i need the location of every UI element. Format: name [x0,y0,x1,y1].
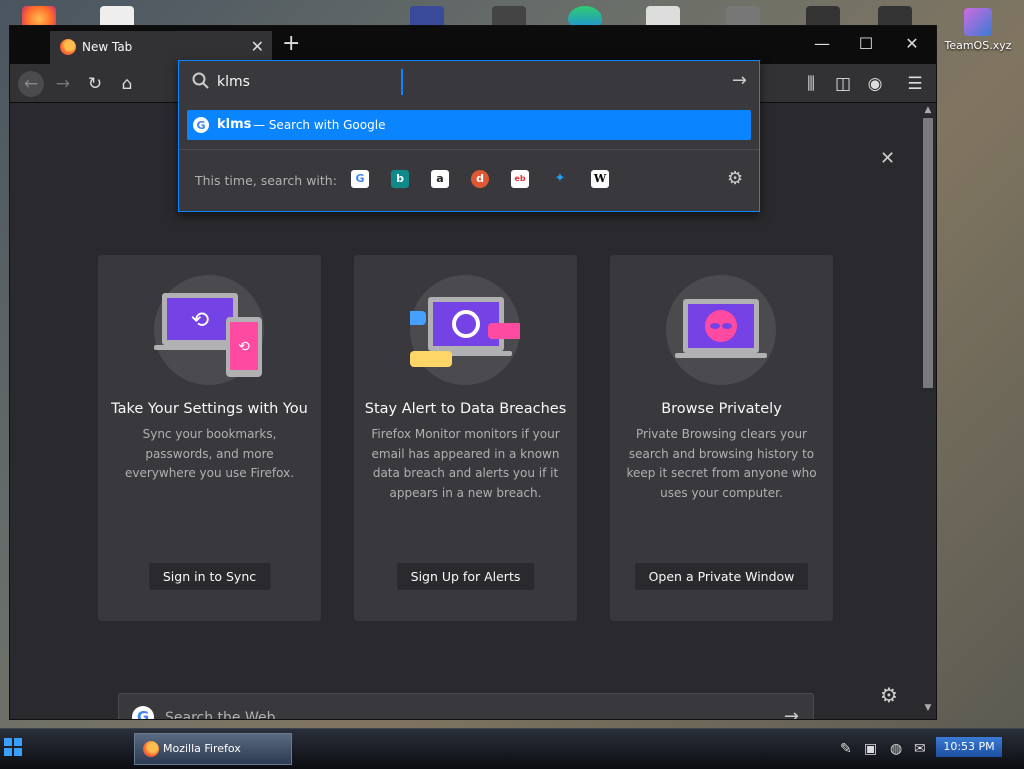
clock-text: 10:53 PM [943,740,995,753]
card-title: Browse Privately [661,401,782,417]
open-private-window-button[interactable]: Open a Private Window [634,563,809,590]
urlbar-popup: → G klms — Search with Google This time,… [178,60,760,212]
firefox-icon [60,39,76,55]
close-window-button[interactable]: ✕ [900,34,924,53]
library-icon[interactable]: ⫼ [798,71,824,97]
tab-title: New Tab [82,40,133,54]
card-body: Sync your bookmarks, passwords, and more… [124,427,295,480]
close-tab-icon[interactable]: ✕ [251,37,264,56]
menu-icon[interactable]: ☰ [902,71,928,97]
scroll-down-icon[interactable]: ▼ [922,703,934,713]
search-settings-gear-icon[interactable]: ⚙ [727,168,743,189]
google-icon[interactable]: G [351,170,369,188]
scroll-up-icon[interactable]: ▲ [922,105,934,115]
card-body: Firefox Monitor monitors if your email h… [371,427,560,500]
start-button[interactable] [4,738,22,756]
dismiss-onboarding-icon[interactable]: ✕ [880,148,895,169]
card-title: Take Your Settings with You [111,401,308,417]
maximize-button[interactable]: ☐ [854,34,878,53]
taskbar: Mozilla Firefox ✎ ▣ ◍ ✉ 10:53 PM [0,728,1024,769]
title-bar: New Tab ✕ + — ☐ ✕ [10,26,936,64]
card-title: Stay Alert to Data Breaches [364,401,567,417]
bing-icon[interactable]: b [391,170,409,188]
clock[interactable]: 10:53 PM [936,737,1002,757]
scrollbar-thumb[interactable] [923,118,933,388]
wikipedia-icon[interactable]: W [591,170,609,188]
suggestion-hint: — Search with Google [253,118,386,132]
sign-in-to-sync-button[interactable]: Sign in to Sync [148,563,271,590]
new-tab-button[interactable]: + [282,31,300,56]
search-suggestion[interactable]: G klms — Search with Google [187,110,751,140]
firefox-icon [143,741,159,757]
google-icon: G [132,706,154,720]
card-private: Browse Privately Private Browsing clears… [610,255,833,621]
taskbar-task-label: Mozilla Firefox [163,742,241,755]
sync-devices-icon: ⟲ ⟲ [154,275,264,385]
notification-icon[interactable]: ✉ [914,741,926,757]
card-monitor: Stay Alert to Data Breaches Firefox Moni… [354,255,577,621]
svg-text:G: G [196,119,205,132]
forward-button[interactable]: → [50,71,76,97]
google-icon: G [193,117,209,133]
volume-icon[interactable]: ◍ [890,741,902,757]
svg-text:⟲: ⟲ [191,308,209,333]
one-off-search-label: This time, search with: [195,173,337,188]
teamos-icon [964,8,992,36]
card-body: Private Browsing clears your search and … [626,427,817,500]
suggestion-query: klms [217,117,252,132]
web-search-box: G → [118,693,814,720]
urlbar: → [179,61,759,101]
sign-up-for-alerts-button[interactable]: Sign Up for Alerts [396,563,535,590]
taskbar-firefox[interactable]: Mozilla Firefox [134,733,292,765]
home-button[interactable]: ⌂ [114,71,140,97]
feather-icon[interactable]: ✎ [840,741,852,757]
monitor-laptop-icon [398,275,530,385]
search-arrow-icon[interactable]: → [784,706,799,719]
scrollbar[interactable]: ▲ ▼ [920,103,936,719]
web-search-input[interactable] [163,703,757,719]
account-icon[interactable]: ◉ [862,71,888,97]
twitter-icon[interactable]: ✦ [551,170,569,188]
network-icon[interactable]: ▣ [864,741,877,757]
go-arrow-icon[interactable]: → [732,70,747,91]
search-icon [192,72,209,89]
private-browsing-icon [666,275,776,385]
desktop-shortcut-label: TeamOS.xyz [944,39,1012,52]
svg-text:G: G [137,708,149,720]
divider [179,149,759,150]
personalize-gear-icon[interactable]: ⚙ [880,683,898,707]
duckduckgo-icon[interactable]: d [471,170,489,188]
text-cursor [401,69,403,95]
ebay-icon[interactable]: eb [511,170,529,188]
minimize-button[interactable]: — [810,34,834,53]
svg-text:⟲: ⟲ [238,339,250,355]
urlbar-input[interactable] [215,70,699,94]
desktop-shortcut-teamos[interactable]: TeamOS.xyz [940,8,1016,52]
card-sync: ⟲ ⟲ Take Your Settings with You Sync you… [98,255,321,621]
back-button[interactable]: ← [18,71,44,97]
sidebar-icon[interactable]: ◫ [830,71,856,97]
amazon-icon[interactable]: a [431,170,449,188]
reload-button[interactable]: ↻ [82,71,108,97]
